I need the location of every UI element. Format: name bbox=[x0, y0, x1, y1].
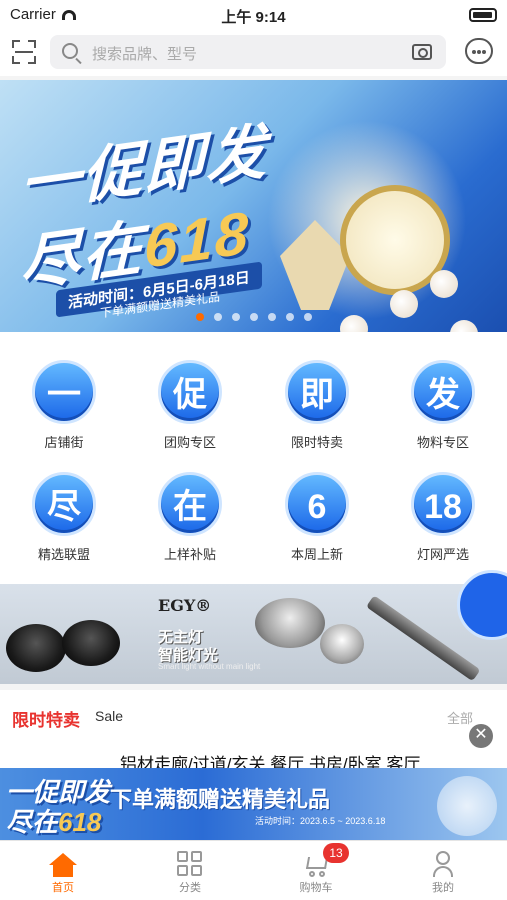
tab-mine[interactable]: 我的 bbox=[380, 849, 506, 895]
top-bar: 搜索品牌、型号 bbox=[0, 30, 507, 76]
nav-item-icon: 6 bbox=[285, 472, 349, 536]
nav-item-materials[interactable]: 发 物料专区 bbox=[393, 360, 493, 451]
ad-strip[interactable]: EGY® 无主灯 智能灯光 Smart light without main l… bbox=[0, 584, 507, 684]
nav-item-sample-subsidy[interactable]: 在 上样补贴 bbox=[140, 472, 240, 563]
camera-icon[interactable] bbox=[412, 44, 432, 60]
nav-item-label: 店铺街 bbox=[44, 435, 84, 450]
search-input[interactable]: 搜索品牌、型号 bbox=[50, 35, 446, 69]
nav-item-icon: 发 bbox=[411, 360, 475, 424]
bottom-tab-bar: 首页 分类 13 购物车 我的 bbox=[0, 840, 507, 900]
brand-logo: EGY® bbox=[158, 596, 212, 615]
scan-icon[interactable] bbox=[12, 40, 36, 64]
search-placeholder: 搜索品牌、型号 bbox=[92, 46, 198, 63]
nav-item-label: 团购专区 bbox=[163, 435, 216, 450]
message-icon[interactable] bbox=[465, 38, 493, 64]
nav-item-icon: 在 bbox=[158, 472, 222, 536]
tab-cart[interactable]: 13 购物车 bbox=[253, 843, 379, 895]
promo-date: 活动时间：2023.6.5 ~ 2023.6.18 bbox=[255, 816, 386, 826]
nav-item-label: 本周上新 bbox=[290, 547, 343, 562]
clock: 上午 9:14 bbox=[221, 9, 286, 26]
view-all-link[interactable]: 全部 bbox=[447, 708, 473, 727]
tab-label: 首页 bbox=[52, 882, 74, 894]
nav-item-label: 上样补贴 bbox=[163, 547, 216, 562]
nav-item-label: 限时特卖 bbox=[290, 435, 343, 450]
nav-item-flash-sale[interactable]: 即 限时特卖 bbox=[267, 360, 367, 451]
nav-item-icon: 促 bbox=[158, 360, 222, 424]
home-icon bbox=[49, 853, 77, 877]
tab-category[interactable]: 分类 bbox=[127, 849, 253, 895]
category-grid: 一 店铺街 促 团购专区 即 限时特卖 发 物料专区 尽 精选联盟 在 上样补贴… bbox=[0, 332, 507, 584]
nav-item-alliance[interactable]: 尽 精选联盟 bbox=[14, 472, 114, 563]
promo-slogan: 下单满额赠送精美礼品 bbox=[110, 787, 331, 812]
hero-banner[interactable]: 一促即发 尽在618 活动时间：6月5日-6月18日 下单满额赠送精美礼品 bbox=[0, 80, 507, 332]
nav-item-new-this-week[interactable]: 6 本周上新 bbox=[267, 472, 367, 563]
flash-sale-section: 限时特卖 Sale 全部 ✕ 铝材走廊/过道/玄关 餐厅 书房/卧室 客厅… 一… bbox=[0, 690, 507, 840]
battery-icon bbox=[469, 8, 497, 22]
search-icon bbox=[62, 43, 78, 59]
status-bar: Carrier 上午 9:14 bbox=[0, 0, 507, 30]
downlight-image bbox=[6, 624, 66, 672]
tab-label: 我的 bbox=[432, 882, 454, 894]
nav-item-selected[interactable]: 18 灯网严选 bbox=[393, 472, 493, 563]
cart-badge: 13 bbox=[323, 843, 349, 863]
nav-item-label: 灯网严选 bbox=[416, 547, 469, 562]
nav-item-label: 物料专区 bbox=[416, 435, 469, 450]
downlight-image bbox=[62, 620, 120, 666]
ad-slogan-en: Smart light without main light bbox=[158, 662, 261, 671]
close-icon[interactable]: ✕ bbox=[469, 724, 493, 748]
promo-banner[interactable]: 一促即发 尽在618 下单满额赠送精美礼品 活动时间：2023.6.5 ~ 20… bbox=[0, 768, 507, 840]
lamp-image bbox=[437, 776, 497, 836]
nav-item-icon: 一 bbox=[32, 360, 96, 424]
nav-item-group-buy[interactable]: 促 团购专区 bbox=[140, 360, 240, 451]
nav-item-label: 精选联盟 bbox=[37, 547, 90, 562]
carousel-dots bbox=[0, 308, 507, 326]
spotlight-image bbox=[320, 624, 364, 664]
user-icon bbox=[433, 851, 453, 877]
nav-item-store-street[interactable]: 一 店铺街 bbox=[14, 360, 114, 451]
tab-label: 购物车 bbox=[299, 882, 333, 894]
nav-item-icon: 尽 bbox=[32, 472, 96, 536]
nav-item-icon: 18 bbox=[411, 472, 475, 536]
promo-subheadline: 尽在618 bbox=[6, 807, 102, 837]
tab-label: 分类 bbox=[179, 882, 201, 894]
section-title: 限时特卖 bbox=[12, 711, 80, 730]
tab-home[interactable]: 首页 bbox=[0, 849, 126, 895]
nav-item-icon: 即 bbox=[285, 360, 349, 424]
grid-icon bbox=[177, 851, 203, 877]
spotlight-image bbox=[255, 598, 325, 648]
section-subtitle: Sale bbox=[95, 708, 124, 724]
